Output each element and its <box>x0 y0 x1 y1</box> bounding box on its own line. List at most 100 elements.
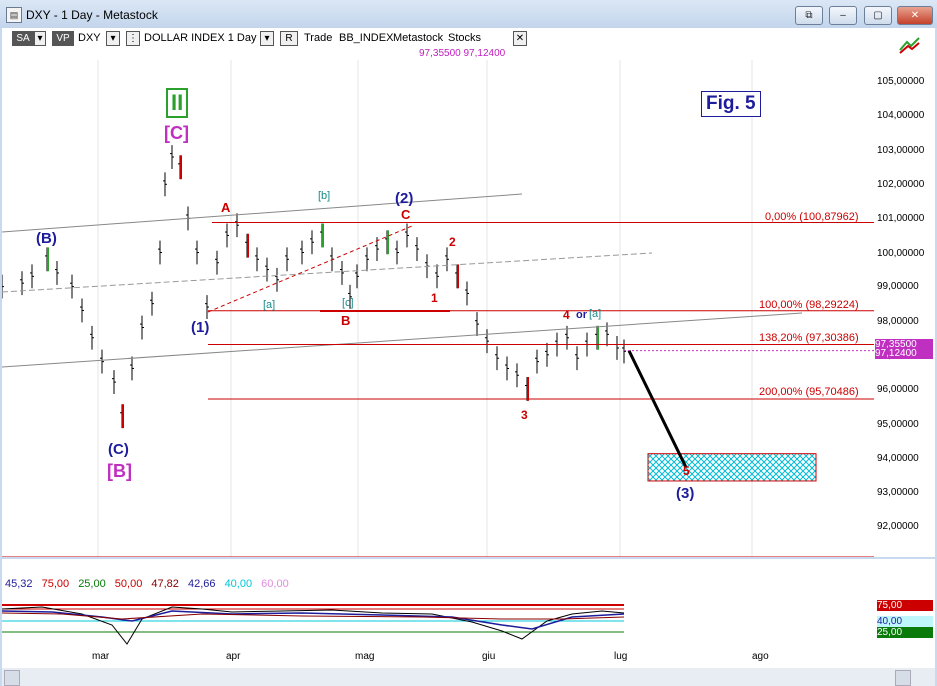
wave-1-paren-label: (1) <box>191 319 210 336</box>
wave-c-bracket-label: [C] <box>164 123 189 143</box>
wave-a-alt-label: [a] <box>589 308 602 320</box>
wave-3-paren-label: (3) <box>676 485 695 502</box>
wave-1-label: 1 <box>431 291 438 305</box>
wave-c-label: C <box>401 207 411 222</box>
wave-b-bracket-label: [B] <box>107 461 132 481</box>
window-title: DXY - 1 Day - Metastock <box>26 8 158 22</box>
wave-2-label: 2 <box>449 235 456 249</box>
mode-button[interactable]: R <box>280 31 298 46</box>
scroll-thumb[interactable] <box>895 670 911 686</box>
price-tick: 99,00000 <box>877 281 919 292</box>
wave-a-small-label: [a] <box>263 299 276 311</box>
wave-c-small-label: [c] <box>342 297 354 309</box>
price-tick: 93,00000 <box>877 487 919 498</box>
title-bar[interactable]: ▤ DXY - 1 Day - Metastock ⧉ – ▢ ✕ <box>0 0 937 28</box>
indicator-axis: 75,00 40,00 25,00 <box>874 559 935 646</box>
interval-icon[interactable]: ⋮ <box>126 31 140 46</box>
time-tick-apr: apr <box>226 651 241 662</box>
fib-level-138-label: 138,20% (97,30386) <box>759 332 859 344</box>
indicator-pane[interactable] <box>1 559 874 646</box>
price-chart[interactable]: Fig. 5 II [C] (B) (C) [B] (1) (2) (3) A … <box>0 60 874 558</box>
maximize-button[interactable]: ▢ <box>864 6 892 25</box>
chart-window: ▤ DXY - 1 Day - Metastock ⧉ – ▢ ✕ SA ▾ V… <box>0 0 937 686</box>
toolbox-icon[interactable] <box>897 33 923 55</box>
chart-window-icon[interactable]: ▤ <box>6 7 22 23</box>
indicator-axis-label: 75,00 <box>877 600 933 611</box>
indicator-value: 75,00 <box>41 578 70 590</box>
indicator-value: 47,82 <box>151 578 179 590</box>
price-1: 97,35500 <box>419 48 461 59</box>
wave-a-label: A <box>221 200 231 215</box>
price-tick: 94,00000 <box>877 453 919 464</box>
type-label: Stocks <box>448 32 482 44</box>
chart-svg[interactable] <box>0 60 874 558</box>
indicator-values: 45,32 75,00 25,00 50,00 47,82 42,66 40,0… <box>5 578 295 590</box>
wave-ii-label: II <box>166 88 189 118</box>
trade-label[interactable]: Trade <box>304 31 332 45</box>
wave-or-label: or <box>576 309 587 321</box>
time-tick-giu: giu <box>482 651 496 662</box>
time-tick-ago: ago <box>752 651 769 662</box>
time-tick-mag: mag <box>355 651 375 662</box>
channel-line-lower <box>1 312 803 368</box>
indicator-svg[interactable] <box>1 559 874 646</box>
fib-level-0-label: 0,00% (100,87962) <box>765 211 859 223</box>
figure-label: Fig. 5 <box>701 91 761 117</box>
indicator-axis-label: 40,00 <box>877 616 933 627</box>
channel-line-upper <box>1 193 523 233</box>
indicator-line-blue <box>1 610 625 630</box>
scroll-left-icon[interactable] <box>4 670 20 686</box>
price-info: 97,35500 97,12400 <box>419 48 505 59</box>
indicator-value: 50,00 <box>114 578 143 590</box>
symbol-label[interactable]: DXY <box>78 31 101 45</box>
restore-alt-button[interactable]: ⧉ <box>795 6 823 25</box>
price-tick: 95,00000 <box>877 419 919 430</box>
wave-2-paren-label: (2) <box>395 190 414 207</box>
wave-b-label: B <box>341 313 351 328</box>
vendor-label: Metastock <box>393 32 444 44</box>
indicator-value: 45,32 <box>5 578 33 590</box>
price-tick: 101,00000 <box>877 213 925 224</box>
fib-level-100-label: 100,00% (98,29224) <box>759 299 859 311</box>
source-label: BB_INDEX <box>339 32 394 44</box>
symbol-dropdown[interactable]: ▾ <box>106 31 120 46</box>
time-axis[interactable]: mar apr mag giu lug ago <box>2 646 935 668</box>
interval-dropdown[interactable]: ▾ <box>260 31 274 46</box>
price-tick: 103,00000 <box>877 145 925 156</box>
indicator-value: 40,00 <box>224 578 253 590</box>
vp-button[interactable]: VP <box>52 31 74 46</box>
price-tick: 105,00000 <box>877 76 925 87</box>
price-tick: 104,00000 <box>877 110 925 121</box>
indicator-value: 60,00 <box>261 578 289 590</box>
wave-b-paren-label: (B) <box>36 230 57 247</box>
name-interval-label[interactable]: DOLLAR INDEX 1 Day <box>144 31 256 45</box>
horizontal-scrollbar[interactable] <box>2 668 935 686</box>
price-tick: 92,00000 <box>877 521 919 532</box>
target-zone-box <box>647 453 817 482</box>
sa-button[interactable]: SA <box>12 31 34 46</box>
close-chart-icon[interactable]: ✕ <box>513 31 527 46</box>
chart-toolbar: SA ▾ VP DXY ▾ ⋮ DOLLAR INDEX 1 Day ▾ R T… <box>2 28 935 60</box>
indicator-value: 42,66 <box>187 578 216 590</box>
indicator-axis-label: 25,00 <box>877 627 933 638</box>
price-axis[interactable]: 105,00000 104,00000 103,00000 102,00000 … <box>874 60 935 557</box>
price-tick: 98,00000 <box>877 316 919 327</box>
price-tick: 102,00000 <box>877 179 925 190</box>
close-button[interactable]: ✕ <box>897 6 933 25</box>
indicator-value: 25,00 <box>78 578 106 590</box>
price-tick: 100,00000 <box>877 248 925 259</box>
time-tick-mar: mar <box>92 651 110 662</box>
current-price-badge: 97,12400 <box>875 348 933 359</box>
time-tick-lug: lug <box>614 651 628 662</box>
wave-3-label: 3 <box>521 408 528 422</box>
wave-b-small-label: [b] <box>318 190 331 202</box>
minimize-button[interactable]: – <box>829 6 857 25</box>
sa-dropdown[interactable]: ▾ <box>34 31 46 46</box>
wave-4-label: 4 <box>563 308 570 322</box>
projection-line <box>627 350 688 468</box>
channel-line-mid <box>1 252 653 293</box>
wave-c-paren-label: (C) <box>108 441 129 458</box>
fib-level-200-label: 200,00% (95,70486) <box>759 386 859 398</box>
price-2: 97,12400 <box>463 48 506 59</box>
price-tick: 96,00000 <box>877 384 919 395</box>
